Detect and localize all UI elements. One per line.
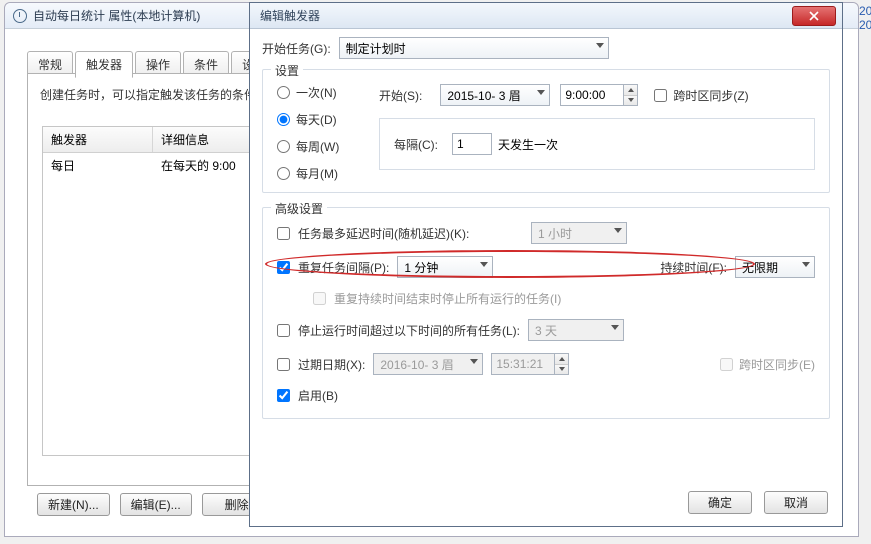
start-time-input[interactable]: [560, 84, 624, 106]
expire-date-picker: 2016-10- 3 眉: [373, 353, 483, 375]
repeat-label: 重复任务间隔(P):: [298, 259, 389, 276]
stop-after-checkbox[interactable]: [277, 324, 290, 337]
start-label: 开始(S):: [379, 87, 422, 104]
close-icon: [809, 11, 819, 21]
time-spinner[interactable]: [624, 84, 638, 106]
ok-button[interactable]: 确定: [688, 491, 752, 514]
sync-tz-checkbox[interactable]: 跨时区同步(Z): [654, 87, 748, 104]
td-detail: 在每天的 9:00: [153, 153, 244, 178]
enable-label: 启用(B): [298, 387, 338, 404]
cancel-button[interactable]: 取消: [764, 491, 828, 514]
duration-label: 持续时间(F):: [660, 259, 727, 276]
edit-trigger-dialog: 编辑触发器 开始任务(G): 制定计划时 设置 一次(N) 每天(D) 每周(W…: [249, 2, 843, 527]
chevron-down-icon: [802, 262, 810, 267]
expire-checkbox[interactable]: [277, 358, 290, 371]
every-suffix: 天发生一次: [498, 136, 558, 153]
chevron-down-icon: [614, 228, 622, 233]
radio-daily[interactable]: 每天(D): [277, 111, 367, 128]
radio-weekly[interactable]: 每周(W): [277, 138, 367, 155]
dialog-title: 编辑触发器: [260, 7, 320, 24]
chevron-down-icon: [470, 359, 478, 364]
tab-triggers[interactable]: 触发器: [75, 51, 133, 78]
start-date-picker[interactable]: 2015-10- 3 眉: [440, 84, 550, 106]
settings-group: 设置 一次(N) 每天(D) 每周(W) 每月(M) 开始(S): 2015-1…: [262, 69, 830, 193]
recurrence-box: 每隔(C): 天发生一次: [379, 118, 815, 170]
every-input[interactable]: [452, 133, 492, 155]
td-trigger: 每日: [43, 153, 153, 178]
advanced-legend: 高级设置: [271, 200, 327, 217]
advanced-group: 高级设置 任务最多延迟时间(随机延迟)(K): 1 小时 重复任务间隔(P): …: [262, 207, 830, 419]
stop-after-dropdown: 3 天: [528, 319, 624, 341]
stop-after-label: 停止运行时间超过以下时间的所有任务(L):: [298, 322, 520, 339]
expire-time-input: [491, 353, 555, 375]
begin-task-dropdown[interactable]: 制定计划时: [339, 37, 609, 59]
clipped-right-text: 2015 2015: [859, 0, 871, 40]
window-title: 自动每日统计 属性(本地计算机): [33, 7, 200, 24]
settings-legend: 设置: [271, 62, 303, 79]
repeat-checkbox[interactable]: [277, 261, 290, 274]
spin-up[interactable]: [624, 85, 637, 96]
chevron-down-icon: [537, 90, 545, 95]
clock-icon: [13, 9, 27, 23]
delay-dropdown: 1 小时: [531, 222, 627, 244]
new-button[interactable]: 新建(N)...: [37, 493, 110, 516]
th-trigger[interactable]: 触发器: [43, 127, 153, 152]
expire-label: 过期日期(X):: [298, 356, 365, 373]
enable-checkbox[interactable]: [277, 389, 290, 402]
duration-dropdown[interactable]: 无限期: [735, 256, 815, 278]
spin-down[interactable]: [624, 96, 637, 106]
chevron-down-icon: [611, 325, 619, 330]
radio-once[interactable]: 一次(N): [277, 84, 367, 101]
stop-repeat-checkbox: [313, 292, 326, 305]
delay-checkbox[interactable]: [277, 227, 290, 240]
begin-task-label: 开始任务(G):: [262, 40, 331, 57]
expire-tz-checkbox: 跨时区同步(E): [720, 356, 815, 373]
delay-label: 任务最多延迟时间(随机延迟)(K):: [298, 225, 469, 242]
edit-button[interactable]: 编辑(E)...: [120, 493, 192, 516]
close-button[interactable]: [792, 6, 836, 26]
every-label: 每隔(C):: [394, 136, 438, 153]
stop-repeat-label: 重复持续时间结束时停止所有运行的任务(I): [334, 290, 561, 307]
chevron-down-icon: [480, 262, 488, 267]
chevron-down-icon: [596, 43, 604, 48]
dialog-titlebar[interactable]: 编辑触发器: [250, 3, 842, 29]
repeat-interval-dropdown[interactable]: 1 分钟: [397, 256, 493, 278]
expire-time-spinner: [555, 353, 569, 375]
radio-monthly[interactable]: 每月(M): [277, 165, 367, 182]
